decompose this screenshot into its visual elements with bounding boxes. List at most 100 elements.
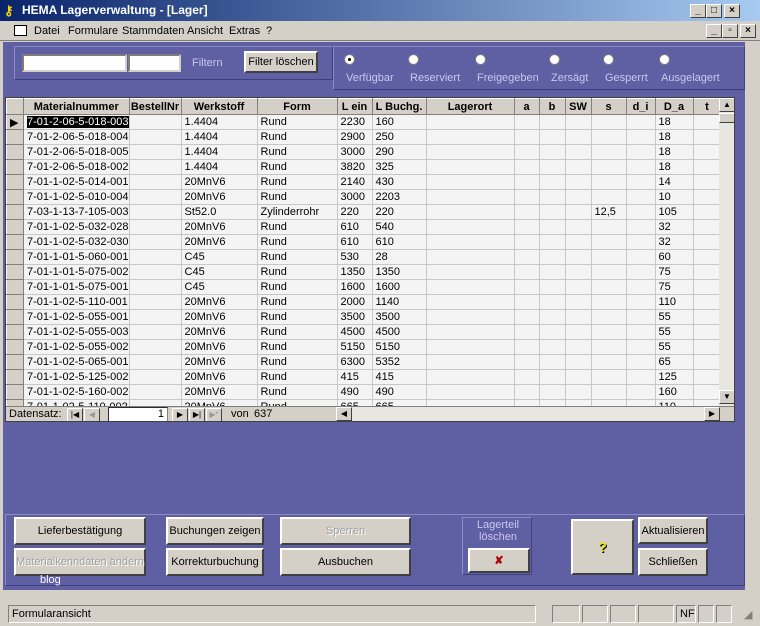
table-cell[interactable]: 610 — [336, 219, 373, 235]
table-cell[interactable] — [128, 174, 182, 190]
new-record-button[interactable]: ▶* — [206, 408, 222, 421]
table-cell[interactable]: Rund — [256, 159, 338, 175]
table-cell[interactable]: 7-01-1-02-5-125-002 — [23, 369, 130, 385]
table-cell[interactable]: 2230 — [336, 114, 373, 130]
radio-ausgelagert[interactable] — [659, 54, 670, 65]
table-cell[interactable] — [513, 129, 540, 145]
table-cell[interactable]: 7-01-1-02-5-055-001 — [23, 309, 130, 325]
table-cell[interactable]: 7-01-1-02-5-032-030 — [23, 234, 130, 250]
table-cell[interactable]: 20MnV6 — [180, 324, 258, 340]
table-cell[interactable]: 60 — [654, 249, 694, 265]
table-cell[interactable] — [625, 339, 656, 355]
table-cell[interactable]: Rund — [256, 324, 338, 340]
column-header[interactable]: SW — [564, 98, 592, 115]
table-cell[interactable] — [513, 279, 540, 295]
table-cell[interactable] — [538, 264, 566, 280]
table-cell[interactable] — [692, 204, 722, 220]
table-cell[interactable]: 1.4404 — [180, 159, 258, 175]
table-cell[interactable]: 7-01-1-02-5-010-004 — [23, 189, 130, 205]
close-button[interactable]: × — [724, 4, 740, 18]
table-cell[interactable]: C45 — [180, 264, 258, 280]
table-cell[interactable]: 1.4404 — [180, 114, 258, 130]
table-cell[interactable]: 3000 — [336, 144, 373, 160]
table-cell[interactable]: 18 — [654, 159, 694, 175]
radio-verfuegbar[interactable] — [344, 54, 355, 65]
table-cell[interactable]: 18 — [654, 144, 694, 160]
table-cell[interactable] — [625, 159, 656, 175]
table-cell[interactable] — [425, 249, 515, 265]
table-cell[interactable]: 7-01-1-02-5-065-001 — [23, 354, 130, 370]
table-cell[interactable]: Rund — [256, 129, 338, 145]
table-cell[interactable]: St52.0 — [180, 204, 258, 220]
table-cell[interactable] — [128, 219, 182, 235]
table-cell[interactable]: 55 — [654, 324, 694, 340]
table-cell[interactable] — [128, 309, 182, 325]
table-cell[interactable]: 610 — [336, 234, 373, 250]
table-cell[interactable] — [692, 384, 722, 400]
table-row[interactable]: 7-01-1-02-5-160-002 20MnV6 Rund 490 490 160 — [6, 384, 722, 400]
table-cell[interactable] — [625, 354, 656, 370]
table-cell[interactable]: 7-01-1-02-5-014-001 — [23, 174, 130, 190]
table-cell[interactable] — [564, 114, 592, 130]
table-cell[interactable]: 20MnV6 — [180, 189, 258, 205]
table-cell[interactable] — [564, 204, 592, 220]
table-cell[interactable]: 20MnV6 — [180, 384, 258, 400]
table-cell[interactable] — [590, 339, 627, 355]
maximize-button[interactable]: □ — [706, 4, 722, 18]
minimize-button[interactable]: _ — [690, 4, 706, 18]
table-cell[interactable]: 160 — [654, 384, 694, 400]
table-cell[interactable] — [538, 249, 566, 265]
table-cell[interactable]: C45 — [180, 279, 258, 295]
table-cell[interactable]: 75 — [654, 264, 694, 280]
table-cell[interactable] — [564, 174, 592, 190]
table-cell[interactable]: 14 — [654, 174, 694, 190]
table-cell[interactable] — [564, 294, 592, 310]
table-cell[interactable] — [538, 189, 566, 205]
table-cell[interactable]: 7-01-1-02-5-055-002 — [23, 339, 130, 355]
table-cell[interactable] — [513, 159, 540, 175]
last-record-button[interactable]: ▶| — [189, 408, 205, 421]
column-header[interactable]: L Buchg. — [371, 98, 427, 115]
row-selector[interactable] — [6, 234, 24, 250]
table-cell[interactable] — [692, 234, 722, 250]
table-row[interactable]: 7-01-1-02-5-010-004 20MnV6 Rund 3000 2203 10 — [6, 189, 722, 205]
table-cell[interactable]: 290 — [371, 144, 427, 160]
table-cell[interactable] — [128, 324, 182, 340]
table-cell[interactable]: 32 — [654, 234, 694, 250]
table-cell[interactable]: 7-01-1-01-5-075-002 — [23, 264, 130, 280]
table-cell[interactable] — [692, 189, 722, 205]
table-cell[interactable] — [590, 159, 627, 175]
table-cell[interactable]: Rund — [256, 174, 338, 190]
column-header[interactable]: L ein — [336, 98, 373, 115]
table-cell[interactable] — [128, 384, 182, 400]
table-cell[interactable] — [128, 114, 182, 130]
help-button[interactable]: ? — [571, 519, 634, 575]
table-cell[interactable] — [513, 339, 540, 355]
table-cell[interactable]: 3820 — [336, 159, 373, 175]
sperren-button[interactable]: Sperren — [280, 517, 411, 545]
table-cell[interactable] — [564, 234, 592, 250]
table-cell[interactable]: 55 — [654, 339, 694, 355]
table-cell[interactable] — [538, 174, 566, 190]
table-cell[interactable]: 7-01-1-02-5-160-002 — [23, 384, 130, 400]
column-header[interactable]: t — [692, 98, 722, 115]
row-selector[interactable] — [6, 249, 24, 265]
table-cell[interactable] — [425, 129, 515, 145]
table-cell[interactable] — [692, 294, 722, 310]
table-cell[interactable]: Rund — [256, 144, 338, 160]
table-cell[interactable] — [692, 219, 722, 235]
table-cell[interactable]: 7-01-1-02-5-055-003 — [23, 324, 130, 340]
column-header[interactable]: Werkstoff — [180, 98, 258, 115]
table-cell[interactable] — [564, 189, 592, 205]
table-cell[interactable] — [513, 384, 540, 400]
table-cell[interactable]: 65 — [654, 354, 694, 370]
table-cell[interactable] — [425, 309, 515, 325]
table-cell[interactable]: Rund — [256, 114, 338, 130]
table-cell[interactable] — [538, 309, 566, 325]
table-cell[interactable]: Rund — [256, 249, 338, 265]
table-cell[interactable] — [692, 339, 722, 355]
table-row[interactable]: 7-01-1-02-5-014-001 20MnV6 Rund 2140 430 14 — [6, 174, 722, 190]
row-selector[interactable] — [6, 204, 24, 220]
menu-stammdaten[interactable]: Stammdaten — [122, 25, 184, 37]
korrekturbuchung-button[interactable]: Korrekturbuchung — [166, 548, 264, 576]
